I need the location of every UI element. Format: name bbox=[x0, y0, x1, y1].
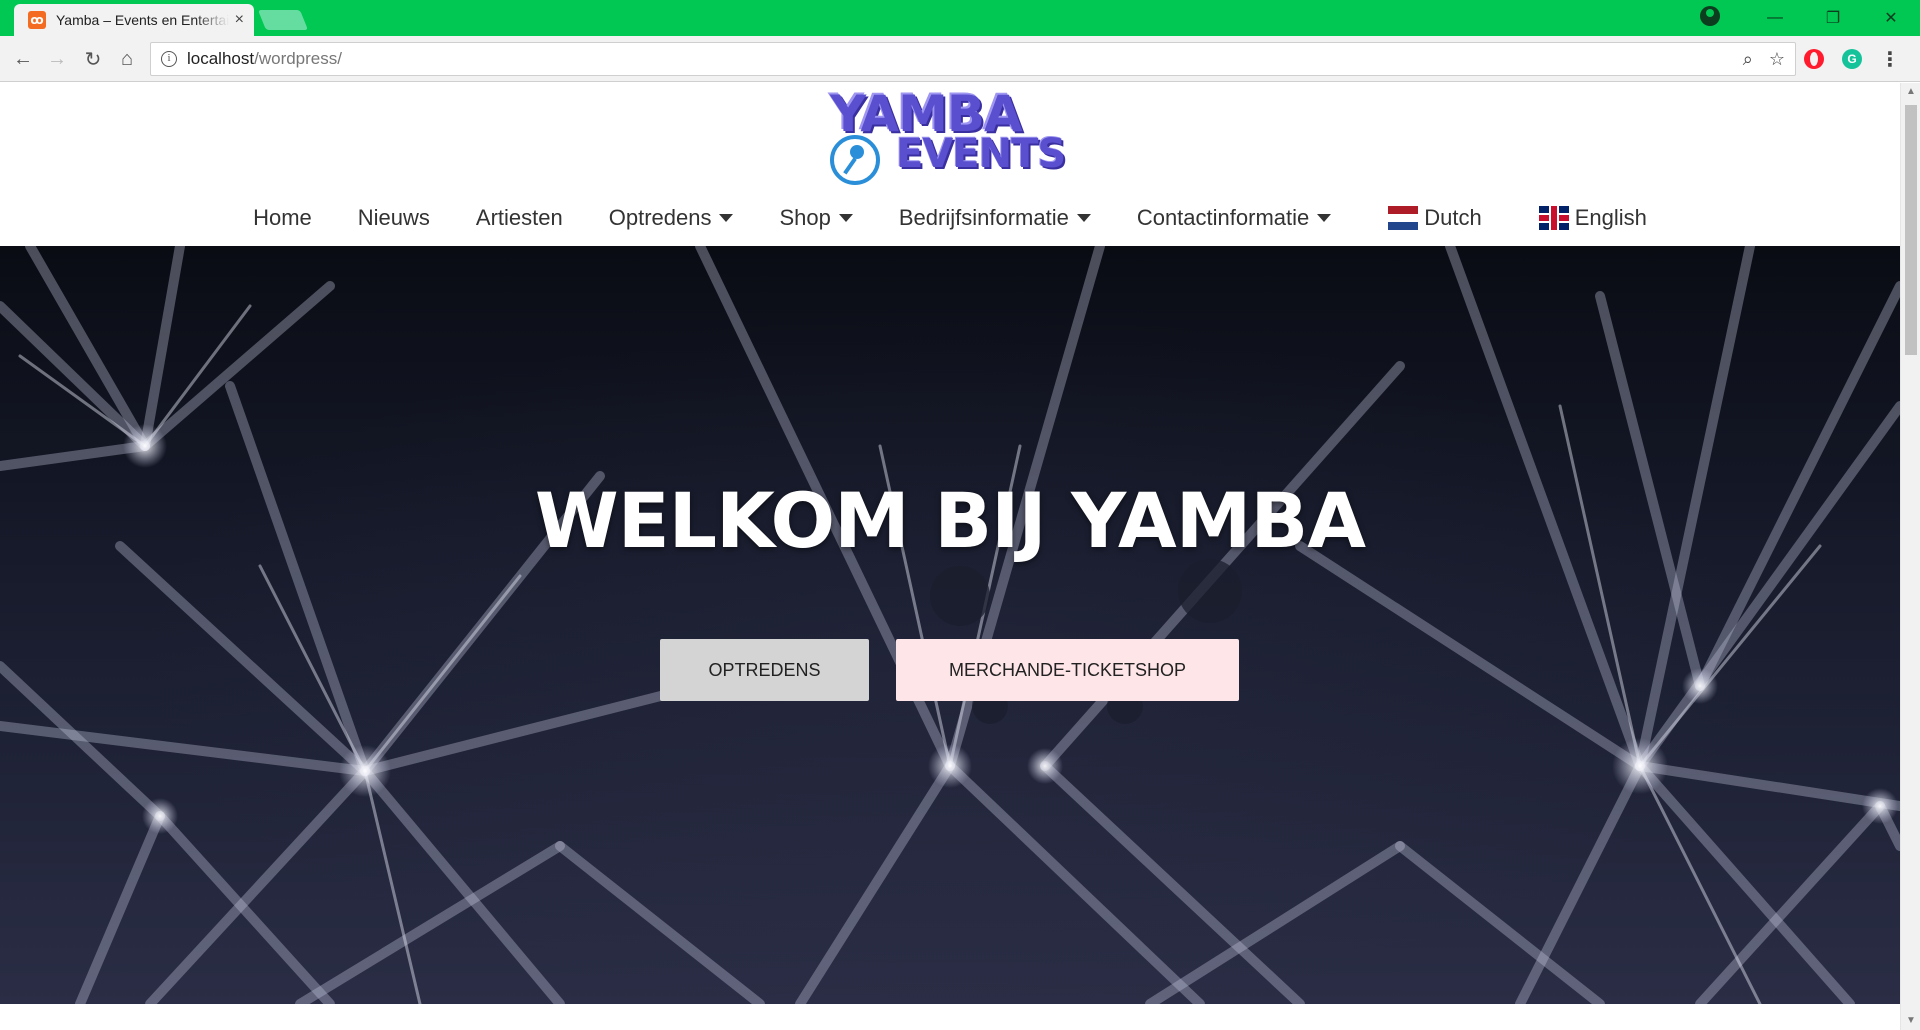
nav-bedrijfsinformatie[interactable]: Bedrijfsinformatie bbox=[899, 205, 1091, 231]
tab-title: Yamba – Events en Entertainment bbox=[56, 12, 229, 28]
grammarly-icon[interactable]: G bbox=[1842, 49, 1862, 69]
merchandise-ticketshop-button[interactable]: MERCHANDE-TICKETSHOP bbox=[896, 639, 1239, 701]
netherlands-flag-icon bbox=[1388, 206, 1419, 230]
scrollbar-thumb[interactable] bbox=[1905, 105, 1917, 355]
optredens-button[interactable]: OPTREDENS bbox=[660, 639, 869, 701]
scroll-up-icon[interactable]: ▲ bbox=[1901, 83, 1920, 101]
site-logo[interactable]: YAMBA EVENTS bbox=[824, 85, 1066, 185]
main-navigation: Home Nieuws Artiesten Optredens Shop Bed… bbox=[0, 193, 1900, 243]
logo-events-text: EVENTS bbox=[896, 131, 1066, 177]
language-dutch[interactable]: Dutch bbox=[1388, 205, 1482, 231]
close-window-button[interactable]: ✕ bbox=[1862, 0, 1920, 36]
stage-lights-background bbox=[0, 246, 1900, 1004]
dropdown-caret-icon bbox=[1317, 214, 1332, 222]
browser-titlebar: ꝏ Yamba – Events en Entertainment × — ❐ … bbox=[0, 0, 1920, 36]
browser-toolbar: ← → ↻ ⌂ i localhost/wordpress/ ⌕ ☆ G ⋮ bbox=[0, 36, 1920, 82]
hero-banner: WELKOM BIJ YAMBA OPTREDENS MERCHANDE-TIC… bbox=[0, 246, 1900, 1004]
dropdown-caret-icon bbox=[719, 214, 734, 222]
zoom-icon[interactable]: ⌕ bbox=[1743, 49, 1753, 70]
restore-button[interactable]: ❐ bbox=[1804, 0, 1862, 36]
page-scrollbar[interactable]: ▲ ▼ bbox=[1900, 83, 1920, 1030]
scroll-down-icon[interactable]: ▼ bbox=[1901, 1012, 1920, 1030]
new-tab-button[interactable] bbox=[257, 10, 309, 30]
profile-icon[interactable] bbox=[1700, 6, 1720, 26]
info-icon[interactable]: i bbox=[161, 51, 177, 67]
xampp-icon: ꝏ bbox=[28, 11, 46, 29]
browser-menu-icon[interactable]: ⋮ bbox=[1880, 47, 1900, 72]
site-header: YAMBA EVENTS Home Nieuws Artiesten Optre… bbox=[0, 83, 1900, 246]
hero-title: WELKOM BIJ YAMBA bbox=[534, 476, 1366, 565]
forward-button[interactable]: → bbox=[42, 44, 72, 74]
address-bar[interactable]: i localhost/wordpress/ ⌕ ☆ bbox=[150, 42, 1796, 76]
bookmark-star-icon[interactable]: ☆ bbox=[1769, 49, 1785, 70]
close-tab-icon[interactable]: × bbox=[235, 11, 244, 29]
microphone-icon bbox=[830, 135, 880, 185]
nav-contactinformatie[interactable]: Contactinformatie bbox=[1137, 205, 1332, 231]
reload-button[interactable]: ↻ bbox=[78, 44, 108, 74]
nav-artiesten[interactable]: Artiesten bbox=[476, 205, 563, 231]
nav-nieuws[interactable]: Nieuws bbox=[358, 205, 430, 231]
nav-home[interactable]: Home bbox=[253, 205, 312, 231]
page-viewport: YAMBA EVENTS Home Nieuws Artiesten Optre… bbox=[0, 83, 1900, 1030]
dropdown-caret-icon bbox=[1076, 214, 1091, 222]
uk-flag-icon bbox=[1538, 206, 1569, 230]
window-controls: — ❐ ✕ bbox=[1746, 0, 1920, 36]
dropdown-caret-icon bbox=[838, 214, 853, 222]
language-english[interactable]: English bbox=[1538, 205, 1647, 231]
opera-vpn-icon[interactable] bbox=[1804, 49, 1824, 69]
nav-optredens[interactable]: Optredens bbox=[609, 205, 734, 231]
home-button[interactable]: ⌂ bbox=[112, 44, 142, 74]
nav-shop[interactable]: Shop bbox=[779, 205, 853, 231]
url-text[interactable]: localhost/wordpress/ bbox=[187, 49, 342, 69]
minimize-button[interactable]: — bbox=[1746, 0, 1804, 36]
browser-tab[interactable]: ꝏ Yamba – Events en Entertainment × bbox=[14, 4, 254, 36]
back-button[interactable]: ← bbox=[8, 44, 38, 74]
